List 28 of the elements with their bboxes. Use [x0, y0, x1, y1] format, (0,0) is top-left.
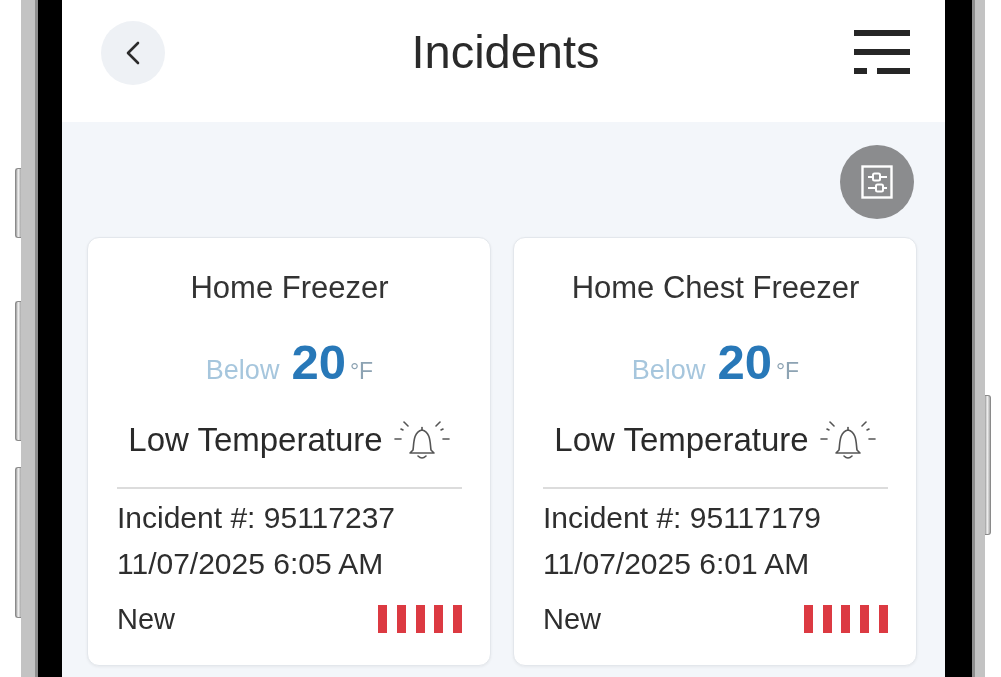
- phone-side-button[interactable]: [15, 467, 21, 618]
- threshold-value: 20: [291, 334, 346, 390]
- incident-card[interactable]: Home Freezer Below 20°F Low Temperature Incident #: 95117237 11/07/2025 6:05 AM New: [87, 237, 491, 666]
- page-title: Incidents: [411, 24, 600, 80]
- incident-number: Incident #: 95117237: [117, 499, 396, 536]
- device-name: Home Freezer: [189, 270, 390, 306]
- incident-status: New: [543, 601, 601, 637]
- incident-number: Incident #: 95117179: [543, 499, 822, 536]
- ringing-bell-icon: [392, 418, 451, 462]
- threshold-qualifier: Below: [205, 354, 280, 387]
- device-name: Home Chest Freezer: [570, 270, 861, 306]
- phone-side-button[interactable]: [15, 301, 21, 441]
- threshold-value: 20: [717, 334, 772, 390]
- incident-timestamp: 11/07/2025 6:05 AM: [117, 545, 385, 582]
- sliders-icon: [861, 165, 893, 199]
- threshold-unit: °F: [775, 357, 800, 386]
- alert-type: Low Temperature: [554, 420, 809, 460]
- menu-icon[interactable]: [854, 30, 910, 74]
- threshold-qualifier: Below: [631, 354, 706, 387]
- alert-type: Low Temperature: [128, 420, 383, 460]
- incident-timestamp: 11/07/2025 6:01 AM: [543, 545, 811, 582]
- phone-side-button[interactable]: [15, 168, 21, 238]
- chevron-left-icon: [126, 41, 140, 65]
- incident-status: New: [117, 601, 175, 637]
- incident-card[interactable]: Home Chest Freezer Below 20°F Low Temperature Incident #: 95117179 11/07/2025 6:01 AM New: [513, 237, 917, 666]
- threshold-unit: °F: [349, 357, 374, 386]
- phone-side-button[interactable]: [985, 395, 991, 535]
- ringing-bell-icon: [818, 418, 877, 462]
